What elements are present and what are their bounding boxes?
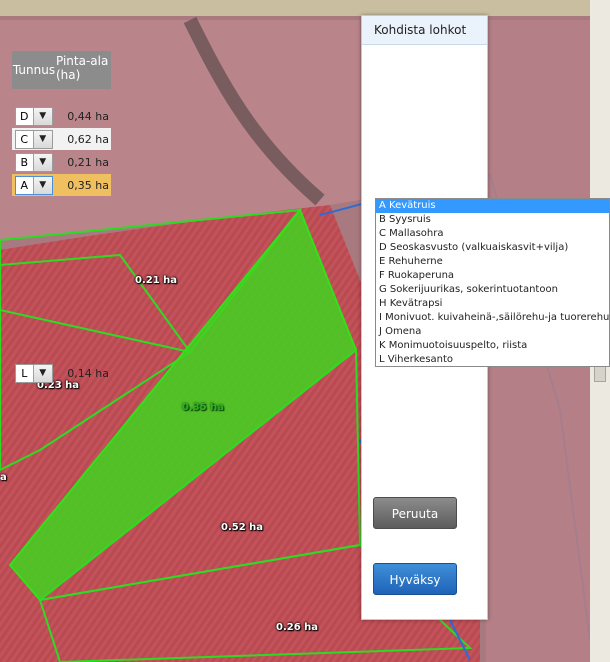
dropdown-option[interactable]: K Monimuotoisuuspelto, riista [376, 339, 609, 353]
code-select[interactable]: C ▼ [15, 129, 53, 149]
area-value: 0,44 ha [67, 109, 109, 123]
code-value: A [20, 178, 29, 192]
area-label: 0.21 ha [135, 275, 178, 286]
table-header: Tunnus Pinta-ala (ha) [12, 51, 111, 89]
dropdown-option[interactable]: E Rehuherne [376, 255, 609, 269]
dropdown-option[interactable]: A Kevätruis [376, 199, 609, 213]
dropdown-option[interactable]: J Omena [376, 325, 609, 339]
code-value: B [20, 155, 29, 169]
table-row: D ▼ 0,44 ha [12, 105, 111, 127]
area-value: 0,62 ha [67, 132, 109, 146]
dropdown-option[interactable]: C Mallasohra [376, 227, 609, 241]
code-value: C [20, 132, 29, 146]
column-header-area: Pinta-ala (ha) [56, 54, 109, 82]
chevron-down-icon[interactable]: ▼ [32, 176, 52, 194]
code-select[interactable]: D ▼ [15, 106, 53, 126]
code-select[interactable]: B ▼ [15, 152, 53, 172]
chevron-down-icon[interactable]: ▼ [32, 364, 52, 382]
table-row: C ▼ 0,62 ha [12, 128, 111, 150]
crop-dropdown-list[interactable]: A Kevätruis B Syysruis C Mallasohra D Se… [375, 198, 610, 367]
code-value: D [20, 109, 29, 123]
dropdown-option[interactable]: I Monivuot. kuivaheinä-,säilörehu-ja tuo… [376, 311, 609, 325]
area-label-selected: 0.35 ha [182, 402, 225, 413]
area-label: 0.52 ha [221, 522, 264, 533]
dropdown-option[interactable]: B Syysruis [376, 213, 609, 227]
top-bar [0, 0, 590, 16]
cancel-button[interactable]: Peruuta [373, 497, 457, 529]
dropdown-option[interactable]: F Ruokaperuna [376, 269, 609, 283]
accept-button[interactable]: Hyväksy [373, 563, 457, 595]
table-row: L ▼ 0,14 ha [12, 362, 111, 384]
area-value: 0,21 ha [67, 155, 109, 169]
chevron-down-icon[interactable]: ▼ [32, 130, 52, 148]
column-header-code: Tunnus [12, 63, 56, 77]
dropdown-option[interactable]: L Viherkesanto [376, 353, 609, 366]
code-select[interactable]: L ▼ [15, 363, 53, 383]
area-label: a [0, 472, 7, 483]
panel-title: Kohdista lohkot [362, 16, 487, 45]
chevron-down-icon[interactable]: ▼ [32, 107, 52, 125]
table-row: B ▼ 0,21 ha [12, 151, 111, 173]
code-value: L [21, 366, 28, 380]
dropdown-option[interactable]: G Sokerijuurikas, sokerintuotantoon [376, 283, 609, 297]
dropdown-option[interactable]: D Seoskasvusto (valkuaiskasvit+vilja) [376, 241, 609, 255]
area-label: 0.26 ha [276, 622, 319, 633]
dropdown-option[interactable]: H Kevätrapsi [376, 297, 609, 311]
area-value: 0,14 ha [67, 366, 109, 380]
area-value: 0,35 ha [67, 178, 109, 192]
chevron-down-icon[interactable]: ▼ [32, 153, 52, 171]
code-select[interactable]: A ▼ [15, 175, 53, 195]
table-row-selected: A ▼ 0,35 ha [12, 174, 111, 196]
